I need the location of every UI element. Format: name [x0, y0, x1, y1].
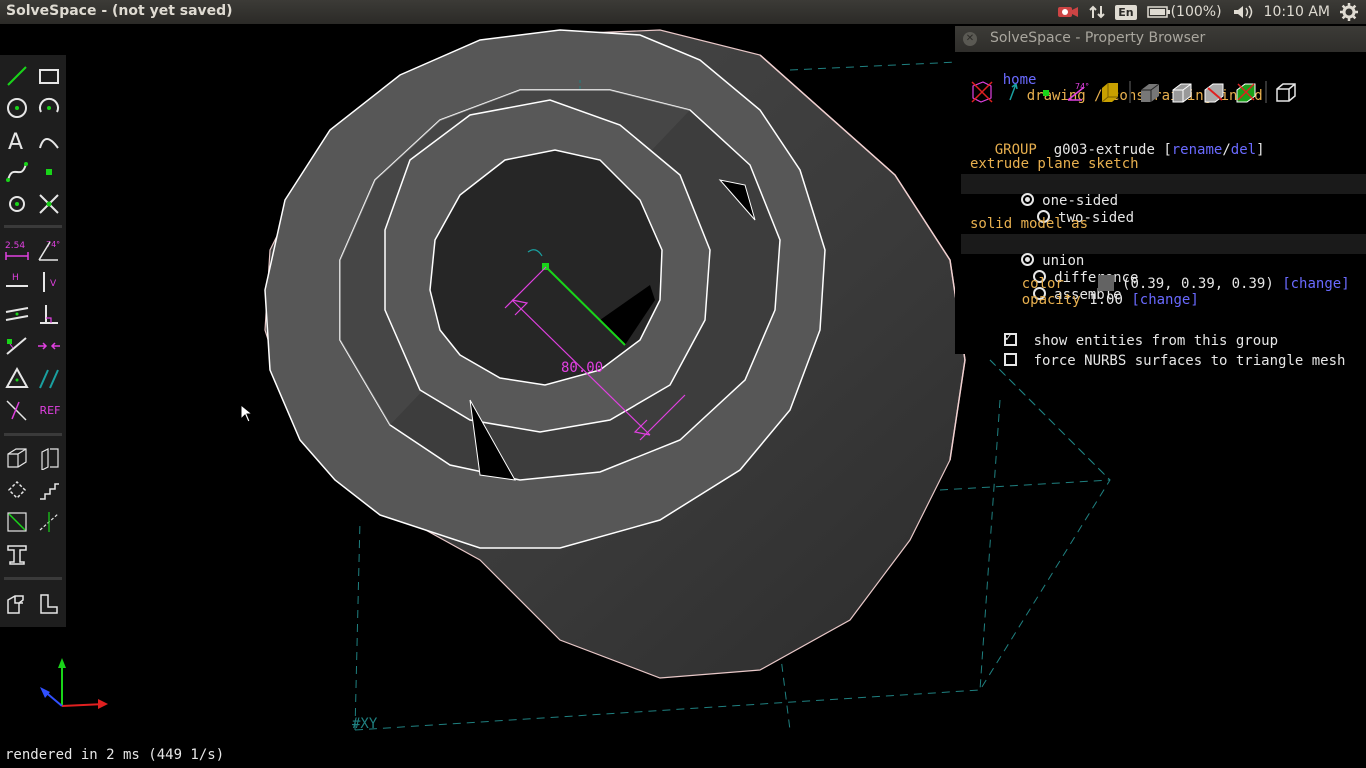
new-2d-workplane-icon[interactable]	[36, 445, 62, 471]
extrude-heading: extrude plane sketch	[970, 156, 1139, 172]
reference-toggle-button[interactable]: REF	[36, 397, 64, 423]
svg-text:A: A	[8, 130, 23, 152]
window-title: SolveSpace - (not yet saved)	[6, 3, 233, 19]
circle-icon[interactable]	[4, 95, 30, 121]
hidden-lines-icon[interactable]	[1201, 79, 1227, 105]
new-3d-workplane-icon[interactable]	[4, 445, 30, 471]
workplane-icon[interactable]	[4, 191, 30, 217]
system-top-bar: SolveSpace - (not yet saved) En (100%) 1…	[0, 0, 1366, 24]
same-orientation-icon[interactable]	[36, 365, 62, 391]
svg-text:V: V	[50, 279, 57, 289]
shaded-visibility-icon[interactable]	[1169, 79, 1195, 105]
symmetric-constraint-icon[interactable]	[36, 333, 62, 359]
close-icon[interactable]: ✕	[963, 32, 977, 46]
solid-model-heading: solid model as	[970, 216, 1089, 232]
angle-dimension-icon[interactable]: 74°	[36, 237, 62, 263]
workplane-label: #XY	[352, 716, 378, 732]
axis-triad	[40, 658, 108, 709]
property-browser-title: SolveSpace - Property Browser	[990, 30, 1206, 46]
workplane-visibility-icon[interactable]	[969, 79, 995, 105]
battery-icon	[1146, 6, 1170, 18]
color-change-link[interactable]: [change]	[1282, 276, 1349, 292]
camera-icon[interactable]	[1057, 4, 1079, 20]
workplane-view-icon[interactable]	[36, 591, 62, 617]
normal-visibility-icon[interactable]	[1001, 79, 1027, 105]
dimension-label[interactable]: 80.00	[561, 360, 603, 376]
translate-icon[interactable]	[4, 477, 30, 503]
mesh-visibility-icon[interactable]	[1233, 79, 1259, 105]
constraints-visibility-icon[interactable]: 74°	[1065, 79, 1091, 105]
lathe-icon[interactable]	[36, 509, 62, 535]
mouse-cursor-icon	[240, 404, 254, 423]
property-browser-titlebar: ✕ SolveSpace - Property Browser	[955, 26, 1366, 52]
opacity-value: 1.00	[1089, 292, 1123, 308]
opacity-label: opacity	[1021, 292, 1081, 308]
network-icon[interactable]	[1089, 4, 1105, 20]
system-tray: En (100%) 10:10 AM	[1057, 0, 1366, 24]
rename-link[interactable]: rename	[1172, 142, 1223, 158]
arc-icon[interactable]	[36, 95, 62, 121]
line-segment-icon[interactable]	[4, 63, 30, 89]
svg-text:H: H	[12, 273, 19, 283]
points-visibility-icon[interactable]	[1033, 79, 1059, 105]
extrude-icon[interactable]	[4, 509, 30, 535]
keyboard-language-indicator[interactable]: En	[1115, 4, 1137, 20]
triangle-constraint-icon[interactable]	[4, 365, 30, 391]
perpendicular-constraint-icon[interactable]	[36, 301, 62, 327]
bezier-icon[interactable]	[4, 159, 30, 185]
svg-text:2.54: 2.54	[5, 241, 25, 251]
other-supplementary-icon[interactable]	[4, 397, 30, 423]
text-icon[interactable]: A	[4, 127, 30, 153]
split-curves-icon[interactable]	[36, 191, 62, 217]
delete-link[interactable]: del	[1231, 142, 1256, 158]
clock[interactable]: 10:10 AM	[1264, 4, 1330, 20]
isometric-view-icon[interactable]	[4, 591, 30, 617]
parallel-constraint-icon[interactable]	[4, 301, 30, 327]
property-browser: ✕ SolveSpace - Property Browser home dra…	[955, 26, 1366, 369]
left-toolbar: A 2.54 74° H V REF	[0, 55, 66, 627]
force-nurbs-checkbox[interactable]: force NURBS surfaces to triangle mesh	[970, 336, 1345, 385]
display-toggle-icons: 74°	[969, 78, 1299, 106]
battery-indicator[interactable]: (100%)	[1146, 4, 1222, 20]
distance-dimension-icon[interactable]: 2.54	[4, 237, 30, 263]
perspective-toggle-icon[interactable]	[1273, 79, 1299, 105]
faces-visibility-icon[interactable]	[1097, 79, 1123, 105]
horizontal-constraint-icon[interactable]: H	[4, 269, 30, 295]
render-status: rendered in 2 ms (449 1/s)	[5, 747, 225, 763]
vertical-constraint-icon[interactable]: V	[36, 269, 62, 295]
step-repeat-icon[interactable]	[36, 477, 62, 503]
outlines-visibility-icon[interactable]	[1137, 79, 1163, 105]
gear-icon[interactable]	[1340, 3, 1358, 21]
link-import-icon[interactable]	[4, 541, 30, 567]
battery-percentage: (100%)	[1170, 4, 1222, 20]
point-on-line-icon[interactable]	[4, 333, 30, 359]
opacity-change-link[interactable]: [change]	[1131, 292, 1198, 308]
volume-icon[interactable]	[1232, 4, 1254, 20]
one-sided-radio[interactable]: one-sided	[1020, 193, 1118, 209]
rectangle-icon[interactable]	[36, 63, 62, 89]
point-icon[interactable]	[36, 159, 62, 185]
tangent-arc-icon[interactable]	[36, 127, 62, 153]
